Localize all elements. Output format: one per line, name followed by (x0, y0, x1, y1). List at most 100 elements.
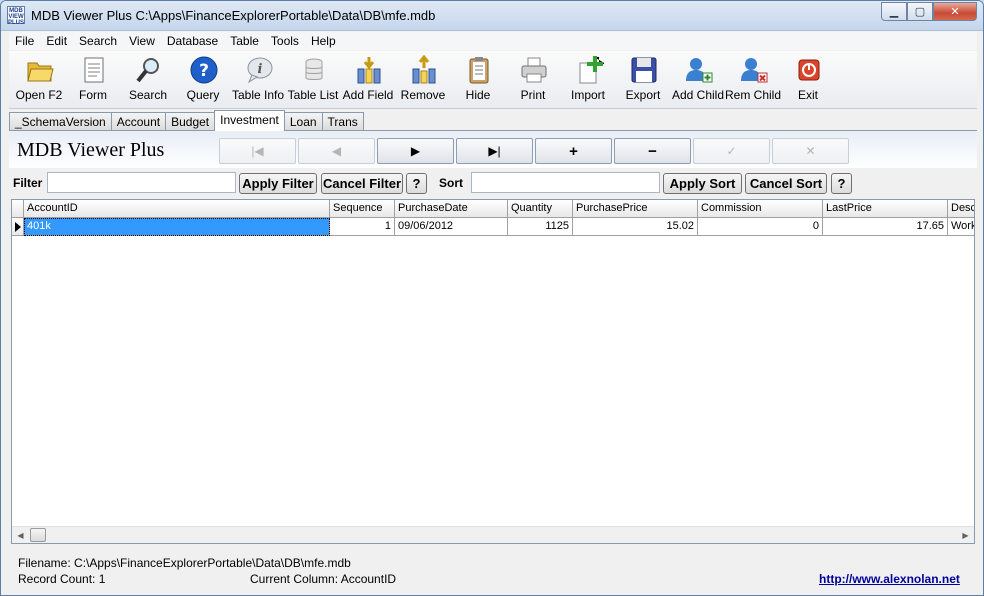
tab-trans[interactable]: Trans (321, 112, 364, 130)
status-record-count: Record Count: 1 (18, 572, 106, 586)
database-icon (305, 58, 323, 80)
scroll-left-icon[interactable]: ◀ (12, 527, 29, 543)
last-record-button[interactable]: ▶| (456, 138, 533, 164)
grid-cell[interactable]: 0 (698, 218, 823, 236)
scrollbar-thumb[interactable] (30, 528, 46, 542)
insert-record-button[interactable]: + (535, 138, 612, 164)
row-indicator-header (12, 200, 24, 218)
cancel-edit-button[interactable]: ✕ (772, 138, 849, 164)
tab-schemaversion[interactable]: _SchemaVersion (9, 112, 112, 130)
grid-cell[interactable]: 401k (24, 218, 330, 236)
add-field-icon (357, 57, 381, 84)
power-icon (798, 59, 820, 81)
menu-file[interactable]: File (9, 34, 40, 48)
add-field-button[interactable]: Add Field (340, 53, 396, 107)
hide-button[interactable]: Hide (450, 53, 506, 107)
menu-tools[interactable]: Tools (265, 34, 305, 48)
column-header[interactable]: PurchaseDate (395, 200, 508, 218)
form-icon (84, 57, 104, 83)
tab-account[interactable]: Account (110, 112, 167, 130)
question-icon: ? (190, 56, 218, 84)
remove-user-icon (741, 58, 768, 83)
remove-child-button[interactable]: Rem Child (725, 53, 781, 107)
window-title: MDB Viewer Plus C:\Apps\FinanceExplorerP… (31, 8, 436, 23)
post-edit-button[interactable]: ✓ (693, 138, 770, 164)
column-header[interactable]: AccountID (24, 200, 330, 218)
add-child-button[interactable]: Add Child (670, 53, 726, 107)
search-button[interactable]: Search (120, 53, 176, 107)
current-row-indicator (12, 218, 24, 236)
svg-text:i: i (258, 62, 263, 77)
app-window: MDB VIEW PLUS MDB Viewer Plus C:\Apps\Fina… (0, 0, 984, 596)
minimize-button[interactable]: ▁ (881, 2, 907, 21)
print-button[interactable]: Print (505, 53, 561, 107)
query-button[interactable]: ? Query (175, 53, 231, 107)
filter-input[interactable] (47, 172, 236, 193)
grid-cell[interactable]: 09/06/2012 (395, 218, 508, 236)
sort-input[interactable] (471, 172, 660, 193)
menu-search[interactable]: Search (73, 34, 123, 48)
column-header[interactable]: Sequence (330, 200, 395, 218)
status-current-column: Current Column: AccountID (250, 572, 397, 586)
remove-field-button[interactable]: Remove (395, 53, 451, 107)
svg-text:?: ? (199, 61, 209, 81)
menu-database[interactable]: Database (161, 34, 224, 48)
grid-cell[interactable]: 17.65 (823, 218, 948, 236)
apply-filter-button[interactable]: Apply Filter (239, 173, 317, 194)
form-button[interactable]: Form (65, 53, 121, 107)
maximize-button[interactable]: ▢ (907, 2, 933, 21)
filter-label: Filter (13, 176, 43, 190)
table-list-button[interactable]: Table List (285, 53, 341, 107)
tab-investment[interactable]: Investment (214, 110, 285, 131)
table-info-button[interactable]: i Table Info (230, 53, 286, 107)
first-record-button[interactable]: |◀ (219, 138, 296, 164)
brand-title: MDB Viewer Plus (17, 139, 165, 161)
delete-record-button[interactable]: − (614, 138, 691, 164)
grid-cell[interactable]: 1125 (508, 218, 573, 236)
magnifier-icon (136, 58, 159, 83)
import-button[interactable]: Import (560, 53, 616, 107)
column-header[interactable]: Commission (698, 200, 823, 218)
info-icon: i (247, 57, 273, 84)
horizontal-scrollbar[interactable]: ◀ ▶ (12, 526, 974, 543)
export-button[interactable]: Export (615, 53, 671, 107)
grid-cell[interactable]: 15.02 (573, 218, 698, 236)
sort-help-button[interactable]: ? (831, 173, 852, 194)
table-row[interactable]: 401k 1 09/06/2012 1125 15.02 0 17.65 Wor… (12, 218, 974, 236)
column-header[interactable]: LastPrice (823, 200, 948, 218)
navigator-panel: MDB Viewer Plus |◀ ◀ ▶ ▶| + − ✓ ✕ (9, 132, 977, 168)
column-header[interactable]: Quantity (508, 200, 573, 218)
status-filename: Filename: C:\Apps\FinanceExplorerPortabl… (18, 556, 351, 570)
app-logo-icon: MDB VIEW PLUS (7, 6, 25, 26)
table-tabs: _SchemaVersion Account Budget Investment… (9, 110, 977, 131)
column-header[interactable]: Desc (948, 200, 974, 218)
scroll-right-icon[interactable]: ▶ (957, 527, 974, 543)
printer-icon (521, 57, 547, 83)
grid-header: AccountID Sequence PurchaseDate Quantity… (12, 200, 974, 218)
exit-button[interactable]: Exit (780, 53, 836, 107)
cancel-filter-button[interactable]: Cancel Filter (321, 173, 403, 194)
menu-help[interactable]: Help (305, 34, 342, 48)
menu-table[interactable]: Table (224, 34, 265, 48)
sort-label: Sort (439, 176, 463, 190)
column-header[interactable]: PurchasePrice (573, 200, 698, 218)
filter-help-button[interactable]: ? (406, 173, 427, 194)
cancel-sort-button[interactable]: Cancel Sort (745, 173, 827, 194)
status-bar: Filename: C:\Apps\FinanceExplorerPortabl… (9, 547, 977, 589)
toolbar: Open F2 Form Search ? Query i Table Info… (9, 51, 977, 109)
grid-cell[interactable]: 1 (330, 218, 395, 236)
next-record-button[interactable]: ▶ (377, 138, 454, 164)
data-grid[interactable]: AccountID Sequence PurchaseDate Quantity… (11, 199, 975, 544)
grid-cell[interactable]: Work (948, 218, 974, 236)
folder-icon (27, 62, 54, 82)
menu-edit[interactable]: Edit (40, 34, 73, 48)
menu-bar: File Edit Search View Database Table Too… (9, 32, 977, 50)
prior-record-button[interactable]: ◀ (298, 138, 375, 164)
tab-loan[interactable]: Loan (283, 112, 323, 130)
close-button[interactable]: ✕ (933, 2, 977, 21)
tab-budget[interactable]: Budget (165, 112, 216, 130)
remove-field-icon (412, 55, 436, 84)
menu-view[interactable]: View (123, 34, 161, 48)
apply-sort-button[interactable]: Apply Sort (663, 173, 742, 194)
website-link[interactable]: http://www.alexnolan.net (819, 572, 960, 586)
